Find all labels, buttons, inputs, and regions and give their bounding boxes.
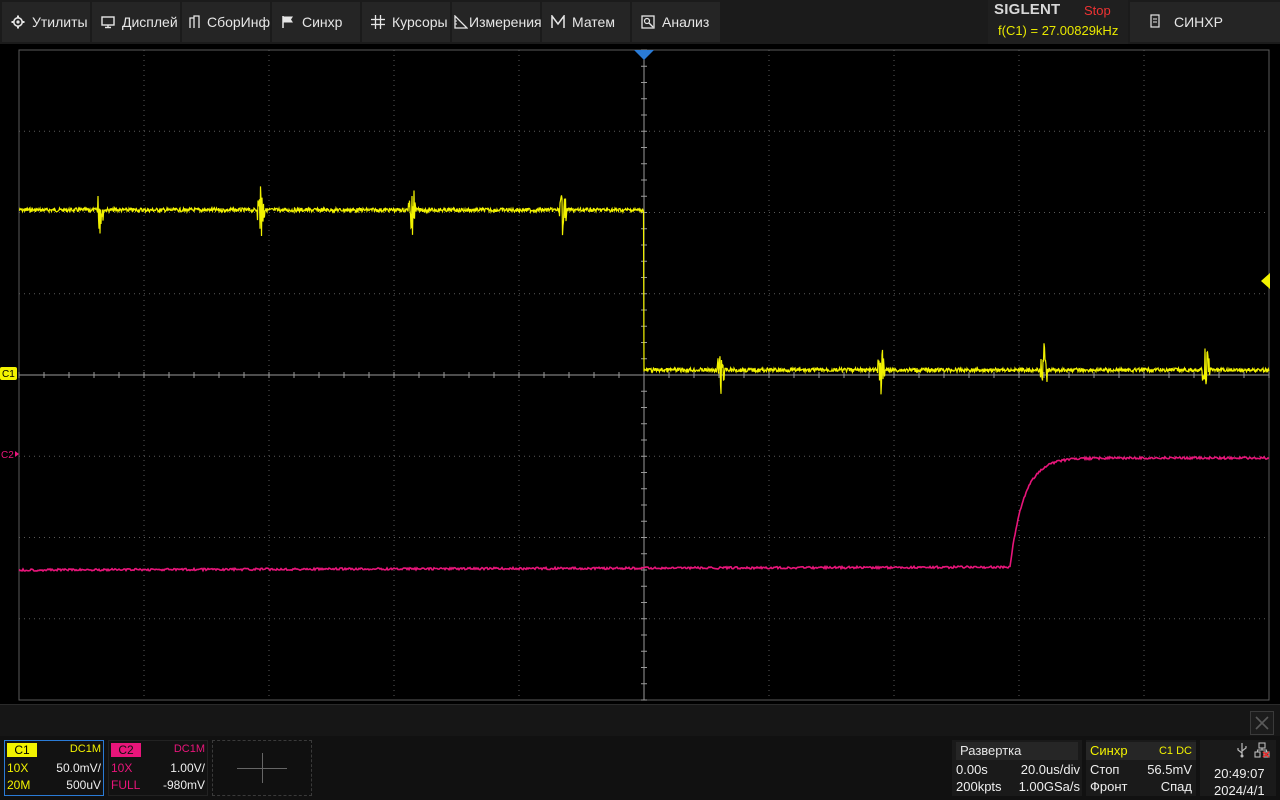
timebase-scale: 20.0us/div <box>1020 762 1080 777</box>
ch2-probe: 10X <box>111 761 133 775</box>
menu-cursors[interactable]: Курсоры <box>362 2 450 42</box>
trigger-type: Фронт <box>1090 779 1128 794</box>
analysis-icon <box>640 14 656 30</box>
waveform-area[interactable]: C1 C2 <box>0 44 1280 704</box>
ch2-scale: 1.00V/ <box>170 761 205 775</box>
network-icon <box>1254 742 1270 761</box>
trigger-mode: Стоп <box>1090 762 1120 777</box>
ch1-bandwidth: 20M <box>7 778 31 792</box>
menu-utilities-label: Утилиты <box>32 14 88 30</box>
usb-icon <box>1236 742 1248 761</box>
menu-bar: Утилиты Дисплей СборИнф Синхр Курсоры Из… <box>0 0 1280 44</box>
trigger-level-marker[interactable] <box>1261 273 1270 289</box>
trigger-source: C1 DC <box>1158 745 1192 757</box>
ch2-tag: C2 <box>111 743 141 757</box>
trigger-menu-label: СИНХР <box>1174 14 1223 30</box>
trigger-title: Синхр <box>1090 743 1128 758</box>
ch2-offset: -980mV <box>162 778 205 792</box>
clock-box: 20:49:07 2024/4/1 <box>1200 740 1276 798</box>
close-message-button[interactable] <box>1250 711 1274 735</box>
menu-measure-label: Измерения <box>469 14 542 30</box>
menu-acquire-label: СборИнф <box>206 14 270 30</box>
sample-rate: 1.00GSa/s <box>1018 779 1080 794</box>
menu-cursors-label: Курсоры <box>392 14 448 30</box>
cursor-grid-icon <box>370 14 386 30</box>
ch1-marker[interactable]: C1 <box>0 367 17 380</box>
add-channel-button[interactable] <box>212 740 312 796</box>
ch2-marker-label: C2 <box>1 450 14 461</box>
trigger-menu-button[interactable]: СИНХР <box>1130 2 1280 42</box>
menu-utilities[interactable]: Утилиты <box>2 2 90 42</box>
menu-analysis-label: Анализ <box>662 14 710 30</box>
ch2-coupling: DC1M <box>173 743 205 755</box>
ch1-coupling: DC1M <box>69 743 101 755</box>
memory-depth: 200kpts <box>956 779 1002 794</box>
timebase-box[interactable]: Развертка 0.00s 20.0us/div 200kpts 1.00G… <box>952 740 1082 796</box>
run-state[interactable]: Stop <box>1084 3 1111 18</box>
brand-logo: SIGLENT <box>994 1 1061 18</box>
graticule <box>18 49 1270 701</box>
monitor-icon <box>100 14 116 30</box>
ch1-tag: C1 <box>7 743 37 757</box>
trigger-level: 56.5mV <box>1147 762 1192 777</box>
menu-display-label: Дисплей <box>122 14 178 30</box>
gear-icon <box>10 14 26 30</box>
clock-time: 20:49:07 <box>1214 766 1265 781</box>
ch1-scale: 50.0mV/ <box>56 761 101 775</box>
status-bar: C1 DC1M 10X 50.0mV/ 20M 500uV C2 DC1M 10… <box>0 736 1280 800</box>
document-icon <box>1150 13 1160 31</box>
menu-measure[interactable]: Измерения <box>452 2 542 42</box>
timebase-title: Развертка <box>960 743 1022 758</box>
menu-math[interactable]: Матем <box>542 2 630 42</box>
trigger-slope: Спад <box>1160 779 1192 794</box>
measure-icon <box>454 14 468 30</box>
waveform-canvas[interactable]: C1 C2 <box>0 44 1280 704</box>
menu-display[interactable]: Дисплей <box>92 2 180 42</box>
brand-panel: SIGLENT Stop f(C1) = 27.00829kHz <box>988 0 1128 44</box>
ch1-settings-box[interactable]: C1 DC1M 10X 50.0mV/ 20M 500uV <box>4 740 104 796</box>
ch1-trace <box>18 186 1270 395</box>
ch1-offset: 500uV <box>66 778 101 792</box>
frequency-readout: f(C1) = 27.00829kHz <box>998 23 1119 38</box>
menu-analysis[interactable]: Анализ <box>632 2 720 42</box>
close-icon <box>1255 716 1269 730</box>
math-icon <box>550 14 566 30</box>
ch1-marker-label: C1 <box>2 369 15 380</box>
ch2-marker[interactable]: C2 <box>1 450 19 461</box>
flag-icon <box>280 14 296 30</box>
menu-trigger-label: Синхр <box>302 14 343 30</box>
message-bar <box>0 704 1280 737</box>
timebase-delay: 0.00s <box>956 762 988 777</box>
trigger-position-marker[interactable] <box>634 50 654 60</box>
menu-trigger[interactable]: Синхр <box>272 2 360 42</box>
menu-acquire[interactable]: СборИнф <box>182 2 270 42</box>
ch1-probe: 10X <box>7 761 29 775</box>
ch2-bandwidth: FULL <box>111 778 141 792</box>
ch2-settings-box[interactable]: C2 DC1M 10X 1.00V/ FULL -980mV <box>108 740 208 796</box>
trigger-box[interactable]: Синхр C1 DC Стоп 56.5mV Фронт Спад <box>1086 740 1196 796</box>
clock-date: 2024/4/1 <box>1214 783 1265 798</box>
acquire-icon <box>188 14 203 30</box>
menu-math-label: Матем <box>572 14 615 30</box>
